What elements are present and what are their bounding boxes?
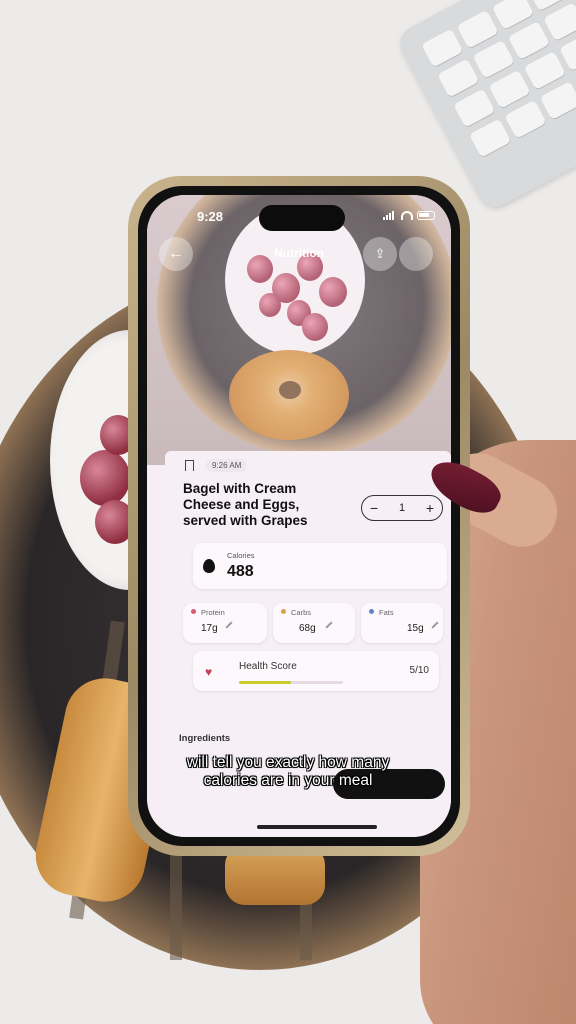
calories-card[interactable]: Calories 488 (193, 543, 447, 589)
meal-name: Bagel with Cream Cheese and Eggs, served… (183, 481, 308, 528)
battery-icon (417, 211, 435, 220)
pencil-icon[interactable] (225, 621, 233, 629)
app-screen: 9:28 ← Nutrition ⇪ 9:26 AM Bagel with Cr… (147, 195, 451, 837)
protein-card[interactable]: Protein 17g (183, 603, 267, 643)
flame-icon (203, 559, 215, 573)
carbs-value: 68g (299, 623, 316, 634)
quantity-value: 1 (398, 502, 406, 514)
video-caption: will tell you exactly how many calories … (186, 754, 390, 789)
pencil-icon[interactable] (325, 621, 333, 629)
health-score-label: Health Score (239, 661, 297, 672)
protein-dot (191, 609, 196, 614)
meal-photo (147, 195, 451, 465)
protein-label: Protein (201, 608, 225, 617)
share-icon: ⇪ (374, 246, 386, 261)
fats-dot (369, 609, 374, 614)
health-score-value: 5/10 (409, 665, 429, 676)
carbs-card[interactable]: Carbs 68g (273, 603, 355, 643)
quantity-stepper[interactable]: − 1 + (361, 495, 443, 521)
share-button[interactable]: ⇪ (363, 237, 397, 271)
carbs-dot (281, 609, 286, 614)
home-indicator[interactable] (257, 825, 377, 829)
status-time: 9:28 (197, 209, 224, 224)
fats-card[interactable]: Fats 15g (361, 603, 443, 643)
plus-button[interactable]: + (426, 501, 434, 515)
wifi-icon (401, 211, 413, 220)
carbs-label: Carbs (291, 608, 312, 617)
calories-value: 488 (227, 563, 254, 580)
dynamic-island (259, 205, 345, 231)
logged-time: 9:26 AM (206, 459, 248, 472)
pencil-icon[interactable] (431, 621, 439, 629)
fats-label: Fats (379, 608, 394, 617)
more-button[interactable] (399, 237, 433, 271)
ingredients-heading: Ingredients (179, 733, 231, 744)
calories-label: Calories (227, 551, 255, 560)
heart-icon: ♥ (205, 665, 213, 679)
health-score-bar (239, 681, 343, 684)
protein-value: 17g (201, 623, 218, 634)
minus-button[interactable]: − (370, 501, 378, 515)
bookmark-icon[interactable] (185, 460, 194, 474)
status-icons (383, 211, 435, 220)
signal-icon (383, 211, 397, 220)
health-score-card[interactable]: ♥ Health Score 5/10 (193, 651, 439, 691)
health-score-fill (239, 681, 291, 684)
fats-value: 15g (407, 623, 424, 634)
